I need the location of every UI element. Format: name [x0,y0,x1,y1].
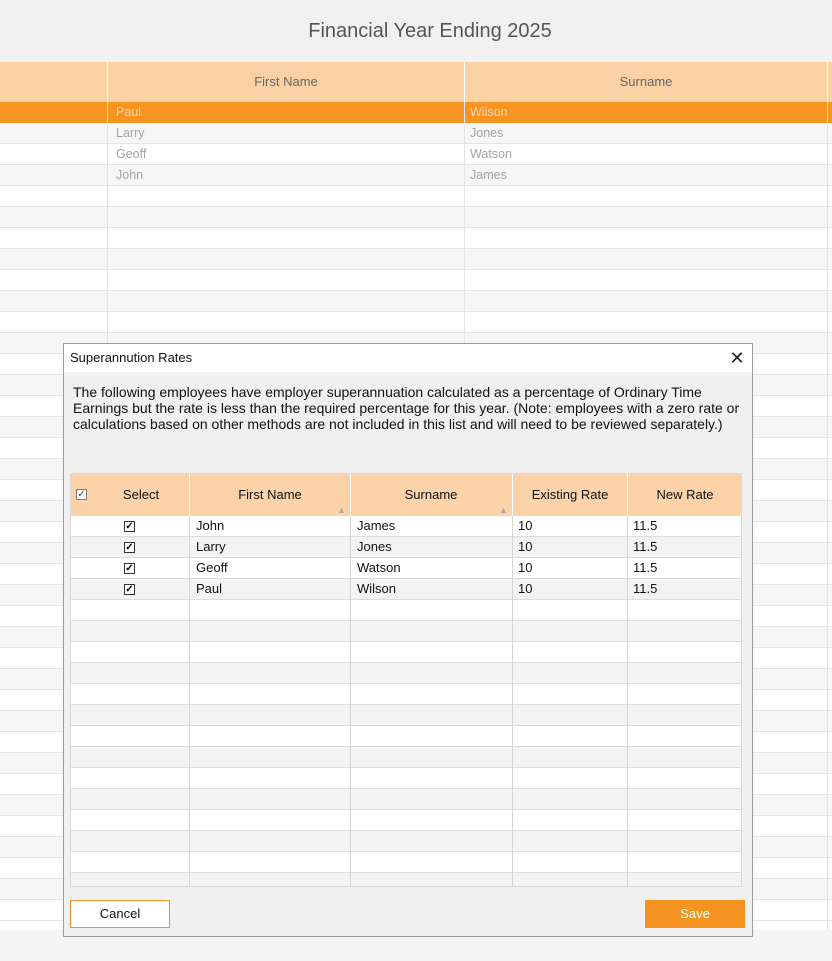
cell-surname: James [357,518,396,533]
dialog-message: The following employees have employer su… [73,384,740,432]
page-title: Financial Year Ending 2025 [308,20,552,42]
empty-row [71,789,741,810]
select-checkbox[interactable]: ✓ [124,521,135,532]
cell-surname: Jones [357,539,392,554]
empty-row [0,228,832,249]
save-button[interactable]: Save [645,900,745,928]
dialog-title: Superannution Rates [70,350,193,365]
column-header-first-name[interactable]: First Name ▲ [190,474,350,516]
column-divider [827,62,828,102]
empty-row [71,873,741,886]
empty-row [0,249,832,270]
empty-row [0,270,832,291]
superannuation-rates-dialog: Superannution Rates ✕ The following empl… [63,343,753,937]
table-row[interactable]: ✓ Paul Wilson 10 11.5 [71,579,741,600]
select-checkbox[interactable]: ✓ [124,563,135,574]
cell-new-rate[interactable]: 11.5 [633,518,657,533]
select-checkbox[interactable]: ✓ [124,542,135,553]
table-row[interactable]: Paul Wilson [0,102,832,123]
cell-new-rate[interactable]: 11.5 [633,560,657,575]
close-icon[interactable]: ✕ [726,347,748,369]
empty-row [0,312,832,333]
column-line [350,516,351,886]
cell-surname: Watson [470,147,512,161]
table-row[interactable]: ✓ John James 10 11.5 [71,516,741,537]
cell-surname: Jones [470,126,504,140]
column-header-select[interactable]: Select [93,474,189,516]
table-row[interactable]: ✓ Larry Jones 10 11.5 [71,537,741,558]
cell-new-rate[interactable]: 11.5 [633,539,657,554]
cell-surname: James [470,168,507,182]
select-checkbox[interactable]: ✓ [124,584,135,595]
empty-row [71,726,741,747]
column-header-first-name-label: First Name [238,487,302,502]
column-header-surname[interactable]: Surname ▲ [351,474,511,516]
empty-row [71,852,741,873]
empty-row [0,186,832,207]
cell-new-rate[interactable]: 11.5 [633,581,657,596]
table-row[interactable]: Larry Jones [0,123,832,144]
column-line [827,102,828,930]
empty-row [71,810,741,831]
cell-first-name: John [116,168,144,182]
empty-row [71,600,741,621]
column-header-existing-rate[interactable]: Existing Rate [513,474,627,516]
empty-row [71,642,741,663]
column-line [189,516,190,886]
column-header-surname-label: Surname [404,487,458,502]
table-row[interactable]: ✓ Geoff Watson 10 11.5 [71,558,741,579]
cell-existing-rate[interactable]: 10 [518,581,532,596]
empty-row [71,768,741,789]
cell-surname: Watson [357,560,401,575]
empty-row [71,684,741,705]
select-all-checkbox[interactable]: ✓ [76,489,87,500]
cell-existing-rate[interactable]: 10 [518,560,532,575]
cell-first-name: Geoff [116,147,147,161]
column-header-surname[interactable]: Surname [465,62,827,102]
cell-first-name: Geoff [196,560,228,575]
empty-row [0,291,832,312]
empty-row [71,831,741,852]
column-line [627,516,628,886]
dialog-titlebar: Superannution Rates ✕ [64,344,752,372]
table-row[interactable]: Geoff Watson [0,144,832,165]
empty-row [71,663,741,684]
cell-existing-rate[interactable]: 10 [518,539,532,554]
column-header-new-rate[interactable]: New Rate [628,474,741,516]
background-table-header: First Name Surname [0,62,832,102]
employees-grid: ✓ Select First Name ▲ Surname ▲ Existing… [70,473,742,887]
column-line [512,516,513,886]
cell-first-name: Paul [116,105,142,119]
empty-row [71,621,741,642]
grid-header: ✓ Select First Name ▲ Surname ▲ Existing… [71,474,741,516]
cell-first-name: Larry [196,539,226,554]
cell-surname: Wilson [470,105,508,119]
cell-surname: Wilson [357,581,397,596]
cell-existing-rate[interactable]: 10 [518,518,532,533]
cancel-button[interactable]: Cancel [70,900,170,928]
column-header-first-name[interactable]: First Name [108,62,464,102]
cell-first-name: John [196,518,225,533]
empty-row [0,207,832,228]
empty-row [71,705,741,726]
table-row[interactable]: John James [0,165,832,186]
empty-row [71,747,741,768]
cell-first-name: Larry [116,126,145,140]
cell-first-name: Paul [196,581,223,596]
title-bar: Financial Year Ending 2025 [0,0,832,62]
